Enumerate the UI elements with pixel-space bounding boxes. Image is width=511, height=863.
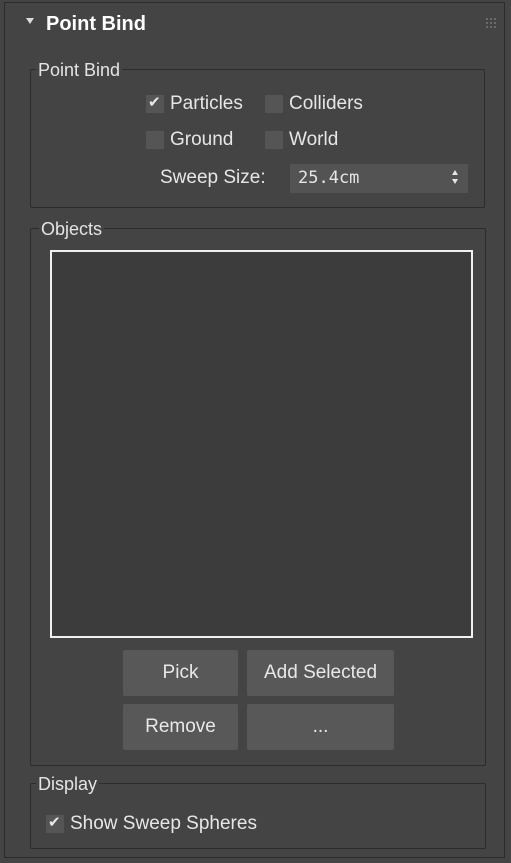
collapse-arrow-icon[interactable]	[26, 18, 34, 24]
point-bind-group-label: Point Bind	[36, 60, 123, 80]
world-checkbox-label: World	[289, 129, 339, 150]
objects-group-label: Objects	[39, 219, 105, 239]
spinner-down-icon[interactable]	[452, 179, 458, 184]
add-selected-button[interactable]: Add Selected	[247, 650, 394, 696]
sweep-size-spinner[interactable]: 25.4cm	[290, 164, 468, 193]
show-sweep-spheres-label: Show Sweep Spheres	[70, 813, 257, 834]
particles-checkbox[interactable]: Particles	[146, 92, 243, 116]
ground-checkbox[interactable]: Ground	[146, 128, 233, 152]
spinner-arrows-icon[interactable]	[450, 170, 460, 186]
display-group-label: Display	[36, 774, 100, 794]
more-options-button[interactable]: ...	[247, 704, 394, 750]
colliders-checkbox[interactable]: Colliders	[265, 92, 363, 116]
particles-checkbox-label: Particles	[170, 93, 243, 114]
particles-checkbox-box[interactable]	[146, 93, 164, 113]
objects-listbox[interactable]	[50, 250, 473, 638]
show-sweep-spheres-checkbox-box[interactable]	[46, 813, 64, 833]
sweep-size-value[interactable]: 25.4cm	[298, 168, 359, 188]
rollout-header[interactable]: Point Bind	[6, 4, 503, 44]
colliders-checkbox-label: Colliders	[289, 93, 363, 114]
ground-checkbox-box[interactable]	[146, 131, 164, 149]
rollout-title: Point Bind	[46, 13, 146, 35]
show-sweep-spheres-checkbox[interactable]: Show Sweep Spheres	[46, 812, 257, 836]
ground-checkbox-label: Ground	[170, 129, 234, 150]
point-bind-panel: Point Bind Point Bind Particles Collider…	[0, 0, 511, 863]
sweep-size-label: Sweep Size:	[160, 167, 266, 188]
pick-button[interactable]: Pick	[123, 650, 238, 696]
spinner-up-icon[interactable]	[452, 170, 458, 175]
world-checkbox[interactable]: World	[265, 128, 338, 152]
world-checkbox-box[interactable]	[265, 131, 283, 149]
remove-button[interactable]: Remove	[123, 704, 238, 750]
drag-grip-icon[interactable]	[486, 18, 498, 30]
colliders-checkbox-box[interactable]	[265, 95, 283, 113]
